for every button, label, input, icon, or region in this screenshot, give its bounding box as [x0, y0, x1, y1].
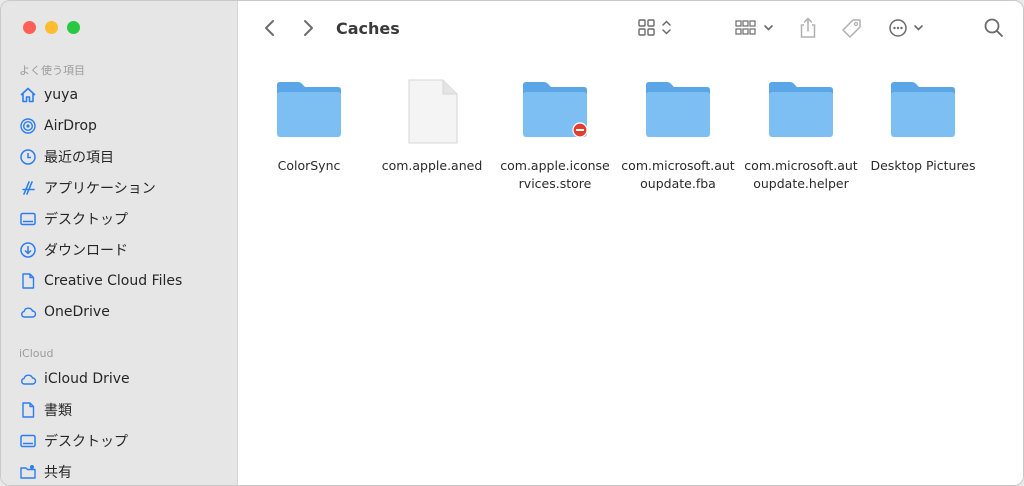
sidebar-section-icloud: iCloud — [19, 347, 54, 360]
group-button[interactable] — [734, 16, 778, 40]
main-pane: Caches ColorSync com.apple.aned com.appl… — [238, 1, 1023, 485]
file-item-com-microsoft-autoupdate-helper[interactable]: com.microsoft.aut oupdate.helper — [741, 79, 861, 193]
file-item-com-microsoft-autoupdate-fba[interactable]: com.microsoft.aut oupdate.fba — [618, 79, 738, 193]
download-icon — [19, 241, 37, 259]
more-icon — [889, 19, 923, 37]
close-button[interactable] — [23, 21, 36, 34]
document-icon — [19, 272, 37, 290]
sidebar-item-downloads[interactable]: ダウンロード — [19, 240, 128, 260]
sidebar-item-label: Creative Cloud Files — [44, 273, 183, 289]
sidebar-item-label: 共有 — [44, 465, 72, 481]
file-name: com.apple.aned — [381, 158, 483, 173]
sidebar-item-onedrive[interactable]: OneDrive — [19, 302, 110, 322]
sidebar-item-label: デスクトップ — [44, 434, 128, 450]
cloud-icon — [19, 370, 37, 388]
airdrop-icon — [19, 117, 37, 135]
document-icon — [19, 401, 37, 419]
cloud-icon — [19, 303, 37, 321]
file-name: ColorSync — [277, 158, 341, 173]
folder-icon — [643, 79, 713, 145]
sidebar-item-label: AirDrop — [44, 118, 97, 134]
home-icon — [19, 86, 37, 104]
file-item-colorsync[interactable]: ColorSync — [249, 79, 369, 175]
applications-icon — [19, 179, 37, 197]
sidebar-item-airdrop[interactable]: AirDrop — [19, 116, 97, 136]
sidebar: よく使う項目 yuya AirDrop 最近の項目 アプリケーション デスクトッ… — [1, 1, 238, 485]
sidebar-item-recents[interactable]: 最近の項目 — [19, 147, 114, 167]
document-icon — [397, 79, 467, 145]
file-name: Desktop Pictures — [870, 158, 976, 173]
shared-folder-icon — [19, 463, 37, 481]
sidebar-item-shared[interactable]: 共有 — [19, 462, 72, 482]
sidebar-item-label: 最近の項目 — [44, 150, 114, 166]
sidebar-item-label: アプリケーション — [44, 181, 156, 197]
sidebar-item-desktop[interactable]: デスクトップ — [19, 209, 128, 229]
tag-button[interactable] — [838, 16, 866, 42]
folder-icon — [520, 79, 590, 145]
sidebar-item-label: 書類 — [44, 403, 72, 419]
file-item-com-apple-iconservices-store[interactable]: com.apple.iconse rvices.store — [495, 79, 615, 193]
desktop-icon — [19, 210, 37, 228]
view-mode-button[interactable] — [636, 16, 676, 40]
folder-icon — [274, 79, 344, 145]
file-item-desktop-pictures[interactable]: Desktop Pictures — [863, 79, 983, 175]
sidebar-item-icloud-desktop[interactable]: デスクトップ — [19, 431, 128, 451]
sidebar-section-favorites: よく使う項目 — [19, 64, 85, 77]
desktop-icon — [19, 432, 37, 450]
forward-button[interactable] — [298, 17, 318, 39]
clock-icon — [19, 148, 37, 166]
zoom-button[interactable] — [67, 21, 80, 34]
share-button[interactable] — [796, 15, 820, 41]
chevron-left-icon — [265, 20, 274, 36]
window-title: Caches — [336, 19, 400, 38]
share-icon — [800, 17, 816, 38]
sidebar-item-label: デスクトップ — [44, 212, 128, 228]
file-name: com.apple.iconse rvices.store — [500, 158, 610, 191]
restricted-badge-icon — [572, 122, 588, 138]
sidebar-item-icloud-drive[interactable]: iCloud Drive — [19, 369, 130, 389]
minimize-button[interactable] — [45, 21, 58, 34]
group-icon — [735, 20, 773, 35]
search-button[interactable] — [982, 16, 1006, 40]
sidebar-item-label: ダウンロード — [44, 243, 128, 259]
tag-icon — [842, 19, 861, 38]
window-controls — [23, 21, 80, 34]
sidebar-item-label: iCloud Drive — [44, 371, 130, 387]
sidebar-item-yuya[interactable]: yuya — [19, 85, 78, 105]
sidebar-item-documents[interactable]: 書類 — [19, 400, 72, 420]
sidebar-item-creative-cloud-files[interactable]: Creative Cloud Files — [19, 271, 182, 291]
folder-icon — [766, 79, 836, 145]
sidebar-item-label: yuya — [44, 87, 79, 103]
action-menu-button[interactable] — [886, 16, 928, 40]
sidebar-item-applications[interactable]: アプリケーション — [19, 178, 156, 198]
file-item-com-apple-aned[interactable]: com.apple.aned — [372, 79, 492, 175]
folder-icon — [888, 79, 958, 145]
chevron-right-icon — [304, 20, 313, 36]
finder-window: よく使う項目 yuya AirDrop 最近の項目 アプリケーション デスクトッ… — [0, 0, 1024, 486]
sidebar-item-label: OneDrive — [44, 304, 110, 320]
icon-grid-view-icon — [638, 19, 671, 36]
file-name: com.microsoft.aut oupdate.fba — [621, 158, 735, 191]
search-icon — [984, 18, 1003, 37]
back-button[interactable] — [260, 17, 280, 39]
file-name: com.microsoft.aut oupdate.helper — [744, 158, 858, 191]
